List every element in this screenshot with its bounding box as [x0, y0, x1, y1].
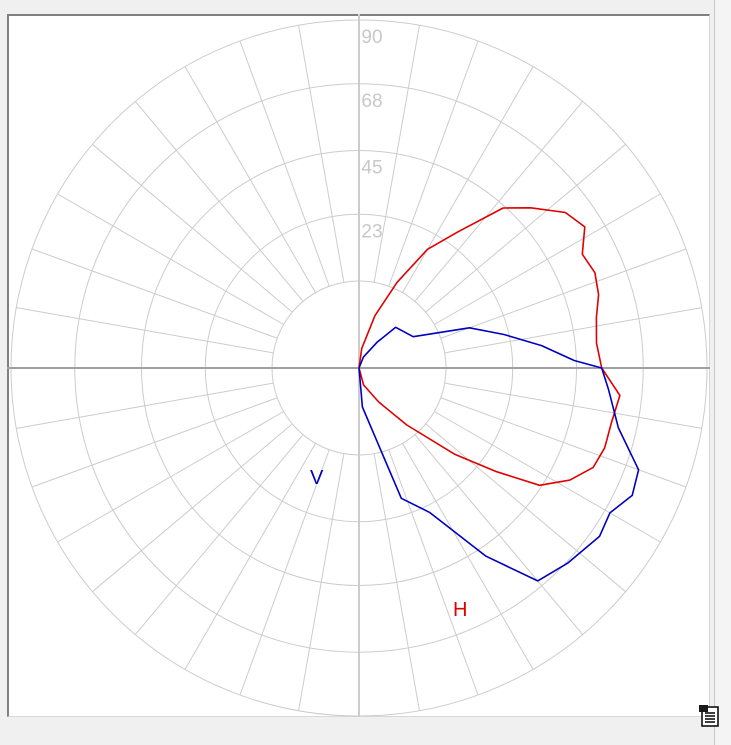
polar-chart: 23 45 68 90 H V: [7, 14, 710, 717]
radial-tick-labels: 23 45 68 90: [361, 27, 382, 242]
report-button[interactable]: [697, 704, 721, 728]
scrollbar-strip[interactable]: [714, 0, 731, 745]
polar-grid: [7, 14, 710, 717]
series-label-v: V: [310, 467, 324, 489]
series-label-h: H: [453, 599, 467, 621]
radial-tick-label: 90: [361, 27, 382, 48]
report-list-icon: [699, 705, 719, 727]
radial-tick-label: 68: [361, 91, 382, 112]
radial-tick-label: 23: [361, 221, 382, 242]
radial-tick-label: 45: [361, 158, 382, 179]
